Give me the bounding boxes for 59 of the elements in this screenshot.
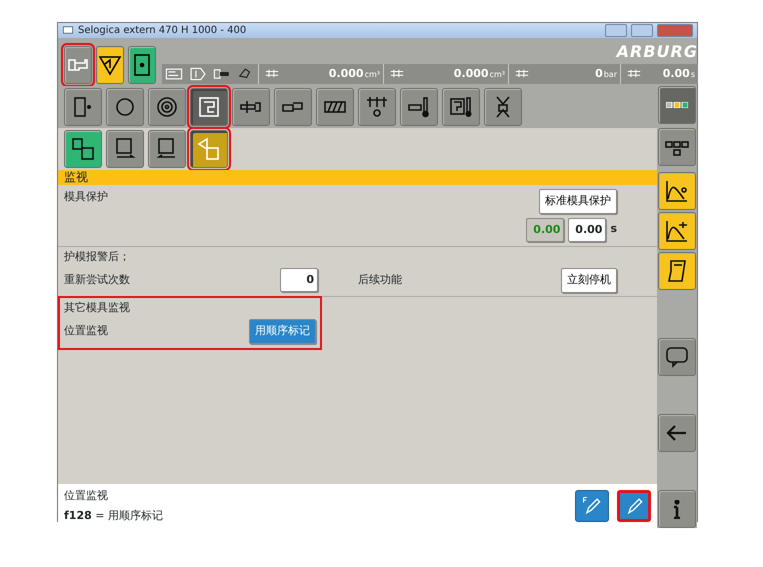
side-button[interactable] <box>658 86 696 124</box>
side-button[interactable] <box>658 128 696 166</box>
field-label: 模具保护 <box>64 189 109 205</box>
mold-temperature-icon <box>448 94 474 120</box>
unit-label: s <box>610 221 617 238</box>
side-button[interactable] <box>658 172 696 210</box>
follow-up-button[interactable]: 立刻停机 <box>561 268 617 292</box>
function-tab[interactable] <box>484 88 522 126</box>
group-heading: 护模报警后； <box>64 248 131 264</box>
function-tab[interactable] <box>400 88 438 126</box>
logo: ARBURG <box>616 41 698 63</box>
function-tab[interactable] <box>106 88 144 126</box>
field-label: 后续功能 <box>358 272 403 288</box>
reading-value: 0.000 <box>328 66 364 80</box>
function-tab[interactable] <box>190 88 228 126</box>
pencil-icon <box>581 495 603 517</box>
field-label: 位置监视 <box>64 323 108 339</box>
value-field[interactable]: 0.00 <box>568 218 606 242</box>
function-tab[interactable] <box>442 88 480 126</box>
info-title: 位置监视 <box>64 488 109 504</box>
section-title: 监视 <box>58 170 657 185</box>
function-tab[interactable] <box>64 88 102 126</box>
reading-unit: cm³ <box>490 70 505 79</box>
reading-value: 0.00 <box>662 66 690 80</box>
sequence-mark-button[interactable]: 用顺序标记 <box>249 319 316 344</box>
reading-unit: cm³ <box>364 70 380 79</box>
field-label: 重新尝试次数 <box>64 272 131 288</box>
function-tab[interactable] <box>358 88 396 126</box>
value-field[interactable]: 0 <box>280 268 318 292</box>
edit-button[interactable] <box>617 490 651 522</box>
actual-value: 0.00 <box>526 218 564 242</box>
mode-button[interactable] <box>96 46 124 84</box>
mode-button[interactable]: 标准模具保护 <box>539 189 617 214</box>
reading-value: 0 <box>595 66 603 80</box>
side-button[interactable] <box>658 414 696 452</box>
sub-tab[interactable] <box>64 130 102 168</box>
function-tab[interactable] <box>274 88 312 126</box>
window-title: Selogica extern 470 H 1000 - 400 <box>78 24 248 38</box>
reading-unit: bar <box>604 70 617 79</box>
function-tab[interactable] <box>316 88 354 126</box>
side-button[interactable] <box>658 338 696 376</box>
function-tab[interactable] <box>148 88 186 126</box>
side-button[interactable] <box>658 252 696 290</box>
mode-button[interactable] <box>128 46 156 84</box>
info-detail: f128 = 用顺序标记 <box>64 508 164 524</box>
side-button[interactable] <box>658 212 696 250</box>
group-heading: 其它模具监视 <box>64 300 131 316</box>
function-edit-button[interactable] <box>575 490 609 522</box>
info-icon <box>673 500 681 518</box>
sub-tab[interactable] <box>148 130 186 168</box>
color-squares-icon <box>666 102 688 108</box>
curve-temperature-icon <box>664 178 690 204</box>
sub-tab[interactable] <box>190 130 228 168</box>
reading-unit: s <box>690 70 695 79</box>
side-button[interactable] <box>658 490 696 528</box>
speech-icon <box>664 344 690 370</box>
reading-value: 0.000 <box>454 66 489 80</box>
function-tab[interactable] <box>232 88 270 126</box>
sub-tab[interactable] <box>106 130 144 168</box>
